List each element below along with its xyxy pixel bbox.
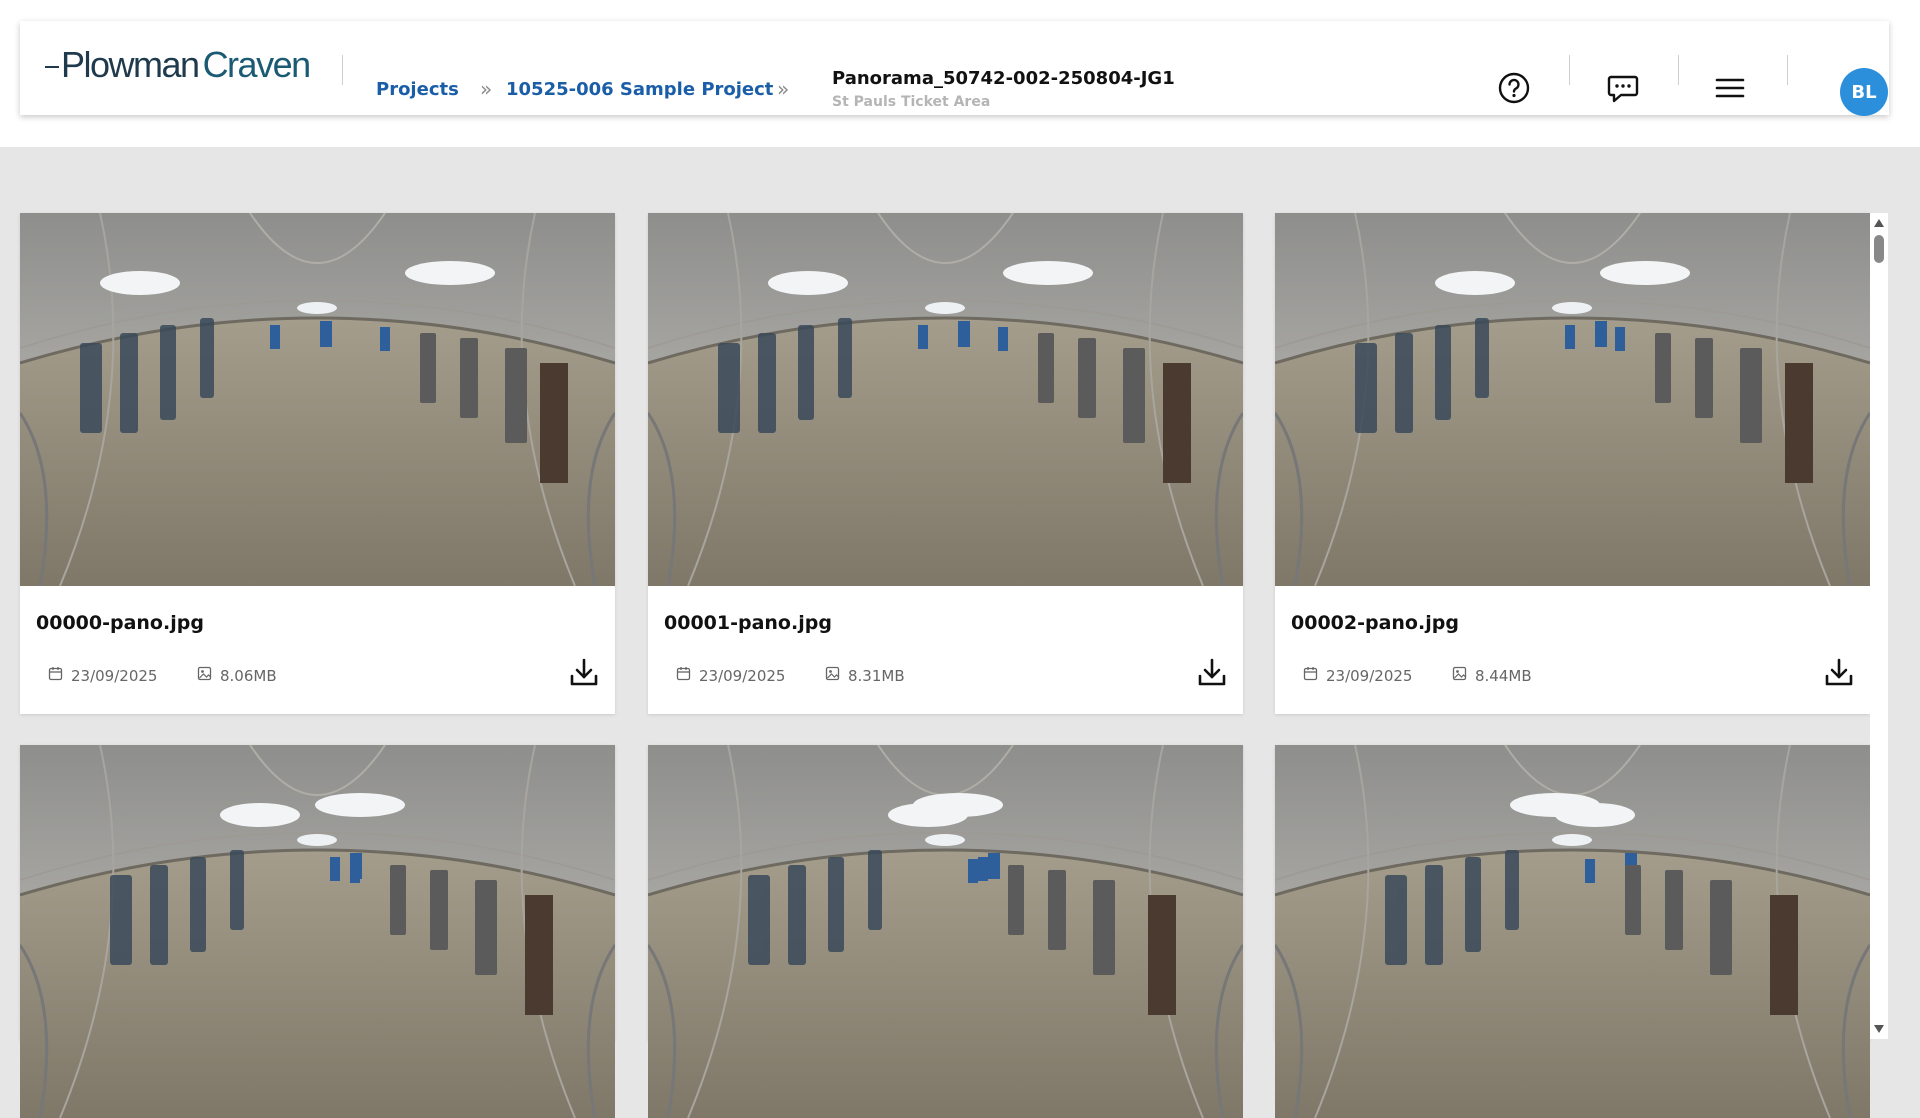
breadcrumb-project[interactable]: 10525-006 Sample Project [506, 79, 773, 100]
file-name: 00001-pano.jpg [664, 612, 832, 634]
panorama-thumbnail[interactable] [1275, 745, 1870, 1118]
scrollbar[interactable] [1870, 213, 1888, 1039]
file-size: 8.31MB [825, 666, 905, 685]
page-subtitle: St Pauls Ticket Area [832, 94, 991, 110]
panorama-card[interactable] [648, 745, 1243, 1118]
image-icon [1452, 666, 1475, 685]
breadcrumb-projects[interactable]: Projects [376, 79, 459, 100]
file-name: 00002-pano.jpg [1291, 612, 1459, 634]
panorama-card[interactable]: 00001-pano.jpg 23/09/2025 8.31MB [648, 213, 1243, 714]
file-size-text: 8.44MB [1475, 666, 1532, 685]
file-size-text: 8.06MB [220, 666, 277, 685]
scroll-down-arrow[interactable] [1874, 1025, 1884, 1033]
panorama-card[interactable] [1275, 745, 1870, 1118]
app-header: Plowman Craven Projects » 10525-006 Sampl… [20, 21, 1889, 116]
logo-text-plowman: Plowman [61, 44, 200, 85]
header-divider [1569, 55, 1570, 85]
panorama-thumbnail[interactable] [20, 213, 615, 586]
breadcrumb-separator: » [480, 77, 493, 101]
image-icon [197, 666, 220, 685]
file-size: 8.44MB [1452, 666, 1532, 685]
logo-text-craven: Craven [202, 44, 312, 85]
scroll-up-arrow[interactable] [1874, 219, 1884, 227]
panorama-card[interactable] [20, 745, 615, 1118]
plowman-craven-logo[interactable]: Plowman Craven [45, 44, 312, 85]
menu-icon[interactable] [1713, 71, 1747, 105]
breadcrumb-separator: » [777, 77, 790, 101]
file-date: 23/09/2025 [48, 666, 157, 685]
file-name: 00000-pano.jpg [36, 612, 204, 634]
download-icon[interactable] [1197, 657, 1227, 689]
panorama-thumbnail[interactable] [648, 745, 1243, 1118]
file-date-text: 23/09/2025 [1326, 666, 1413, 685]
help-icon[interactable] [1497, 71, 1531, 105]
scrollbar-thumb[interactable] [1874, 235, 1884, 263]
user-avatar[interactable]: BL [1840, 68, 1888, 116]
download-icon[interactable] [1824, 657, 1854, 689]
calendar-icon [1303, 666, 1326, 685]
calendar-icon [48, 666, 71, 685]
chat-icon[interactable] [1606, 71, 1640, 105]
file-size-text: 8.31MB [848, 666, 905, 685]
file-date-text: 23/09/2025 [71, 666, 158, 685]
panorama-thumbnail[interactable] [648, 213, 1243, 586]
image-icon [825, 666, 848, 685]
header-divider [1787, 55, 1788, 85]
panorama-card[interactable]: 00002-pano.jpg 23/09/2025 8.44MB [1275, 213, 1870, 714]
file-date: 23/09/2025 [1303, 666, 1412, 685]
download-icon[interactable] [569, 657, 599, 689]
panorama-thumbnail[interactable] [1275, 213, 1870, 586]
file-date: 23/09/2025 [676, 666, 785, 685]
header-divider [342, 55, 343, 85]
file-date-text: 23/09/2025 [699, 666, 786, 685]
calendar-icon [676, 666, 699, 685]
panorama-card[interactable]: 00000-pano.jpg 23/09/2025 8.06MB [20, 213, 615, 714]
header-divider [1678, 55, 1679, 85]
file-size: 8.06MB [197, 666, 277, 685]
panorama-thumbnail[interactable] [20, 745, 615, 1118]
page-title: Panorama_50742-002-250804-JG1 [832, 68, 1175, 89]
